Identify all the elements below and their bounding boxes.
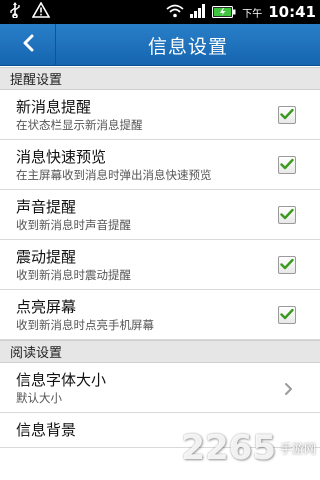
- setting-wake-screen[interactable]: 点亮屏幕 收到新消息时点亮手机屏幕: [0, 290, 320, 340]
- checkmark-icon: [280, 155, 294, 174]
- chevron-left-icon: [22, 34, 34, 56]
- setting-subtitle: 在主屏幕收到消息时弹出消息快速预览: [16, 168, 212, 182]
- usb-icon: [8, 2, 22, 22]
- title-bar: 信息设置: [0, 24, 320, 66]
- chevron-right-icon: [284, 381, 294, 395]
- setting-new-message-alert[interactable]: 新消息提醒 在状态栏显示新消息提醒: [0, 90, 320, 140]
- setting-title: 声音提醒: [16, 198, 77, 216]
- back-button[interactable]: [0, 24, 56, 66]
- setting-title: 新消息提醒: [16, 98, 92, 116]
- page-title: 信息设置: [147, 35, 228, 58]
- checkbox[interactable]: [278, 205, 296, 224]
- section-header-reminder: 提醒设置: [0, 67, 320, 90]
- checkmark-icon: [280, 305, 294, 324]
- setting-sound-alert[interactable]: 声音提醒 收到新消息时声音提醒: [0, 190, 320, 240]
- wifi-icon: [166, 3, 184, 22]
- setting-subtitle: 收到新消息时震动提醒: [16, 268, 131, 282]
- setting-subtitle: 默认大小: [16, 391, 62, 405]
- signal-icon: [190, 3, 206, 22]
- checkmark-icon: [280, 205, 294, 224]
- checkbox[interactable]: [278, 155, 296, 174]
- checkmark-icon: [280, 255, 294, 274]
- setting-subtitle: 收到新消息时声音提醒: [16, 218, 131, 232]
- setting-title: 信息字体大小: [16, 371, 107, 389]
- setting-font-size[interactable]: 信息字体大小 默认大小: [0, 363, 320, 413]
- setting-vibrate-alert[interactable]: 震动提醒 收到新消息时震动提醒: [0, 240, 320, 290]
- setting-subtitle: 在状态栏显示新消息提醒: [16, 118, 143, 132]
- setting-title: 信息背景: [16, 421, 77, 439]
- setting-message-background[interactable]: 信息背景: [0, 413, 320, 448]
- battery-icon: [212, 3, 236, 22]
- section-header-reading: 阅读设置: [0, 340, 320, 363]
- warning-icon: [31, 1, 51, 22]
- checkbox[interactable]: [278, 105, 296, 124]
- status-time: 10:41: [268, 3, 316, 21]
- checkbox[interactable]: [278, 305, 296, 324]
- status-bar: 下午 10:41: [0, 0, 320, 24]
- setting-subtitle: 收到新消息时点亮手机屏幕: [16, 318, 154, 332]
- setting-title: 点亮屏幕: [16, 298, 77, 316]
- checkbox[interactable]: [278, 255, 296, 274]
- setting-quick-preview[interactable]: 消息快速预览 在主屏幕收到消息时弹出消息快速预览: [0, 140, 320, 190]
- status-ampm: 下午: [242, 8, 263, 20]
- checkmark-icon: [280, 105, 294, 124]
- setting-title: 消息快速预览: [16, 148, 107, 166]
- setting-title: 震动提醒: [16, 248, 77, 266]
- settings-list: 提醒设置 新消息提醒 在状态栏显示新消息提醒 消息快速预览 在主屏幕收到消息时弹…: [0, 67, 320, 448]
